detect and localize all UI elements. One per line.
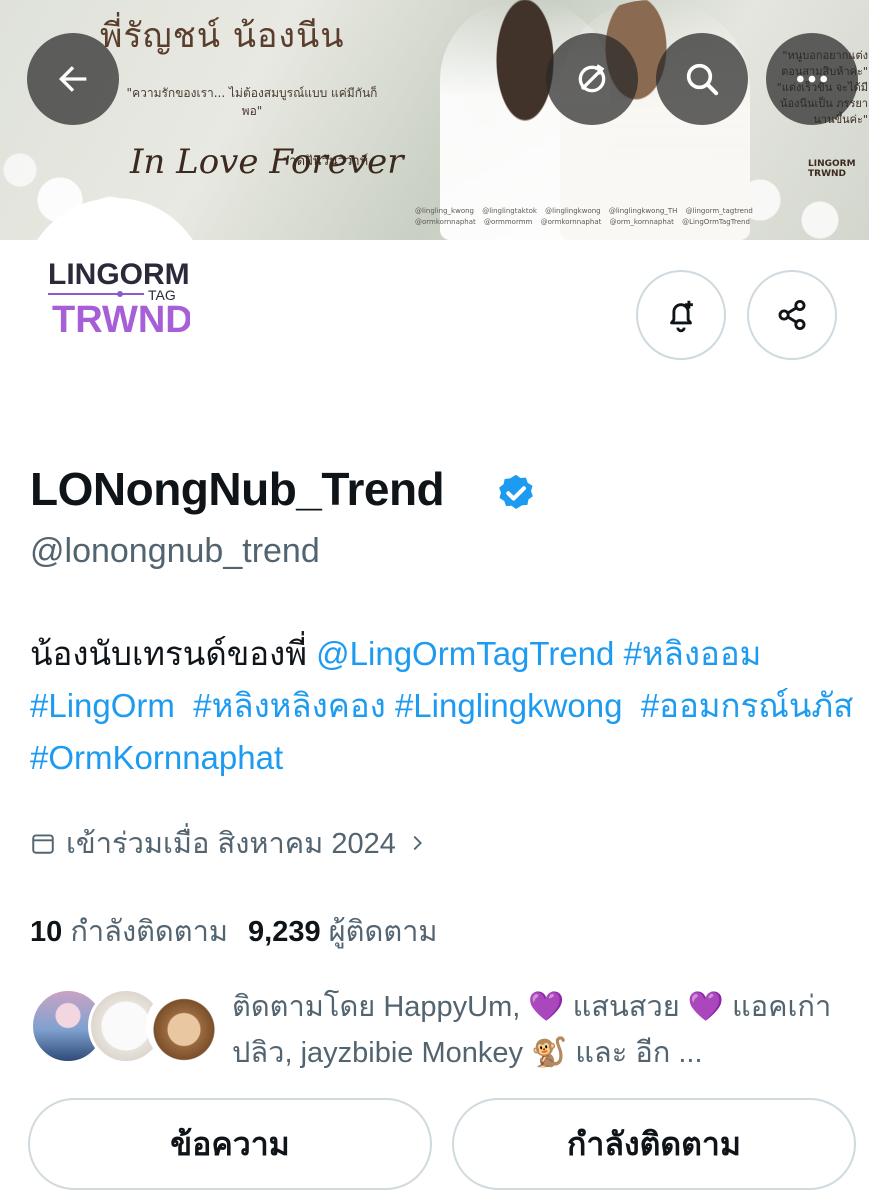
banner-quote: "ความรักของเรา... ไม่ต้องสมบูรณ์แบบ แค่ม… bbox=[126, 86, 378, 118]
mutual-avatar-3 bbox=[146, 988, 222, 1064]
profile-avatar[interactable]: LINGORM TAG TRWND bbox=[22, 198, 208, 384]
followed-by-text[interactable]: ติดตามโดย HappyUm, 💜 แสนสวย 💜 แอคเก่าปลิ… bbox=[232, 984, 852, 1076]
banner-title: พี่รัญชน์ น้องนีน bbox=[100, 16, 345, 56]
following-count: 10 bbox=[30, 916, 63, 948]
banner-handles: @lingling_kwong @linglingtaktok @linglin… bbox=[415, 207, 753, 226]
profile-bio: น้องนับเทรนด์ของพี่ @LingOrmTagTrend #หล… bbox=[30, 628, 860, 784]
verified-badge-icon[interactable] bbox=[494, 472, 538, 516]
bio-hashtag-link[interactable]: #OrmKornnaphat bbox=[30, 739, 283, 776]
bio-text: น้องนับเทรนด์ของพี่ bbox=[30, 635, 317, 672]
bio-hashtag-link[interactable]: #หลิงออม bbox=[624, 635, 762, 672]
followers-count-link[interactable]: 9,239 ผู้ติดตาม bbox=[248, 908, 438, 954]
search-icon bbox=[686, 63, 719, 96]
bio-hashtag-link[interactable]: #Linglingkwong bbox=[395, 687, 623, 724]
bell-plus-icon bbox=[670, 300, 693, 333]
share-button[interactable] bbox=[747, 270, 837, 360]
followers-label: ผู้ติดตาม bbox=[328, 916, 438, 948]
banner-mini-logo: LINGORM TRWND bbox=[808, 159, 856, 179]
chevron-right-icon bbox=[413, 835, 422, 851]
bio-hashtag-link[interactable]: #ออมกรณ์นภัส bbox=[641, 687, 854, 724]
lingorm-trwnd-logo: LINGORM TAG TRWND bbox=[48, 258, 190, 341]
following-label: กำลังติดตาม bbox=[70, 916, 229, 948]
arrow-left-icon bbox=[59, 66, 87, 92]
following-button[interactable]: กำลังติดตาม bbox=[452, 1098, 856, 1190]
more-options-button[interactable] bbox=[766, 33, 858, 125]
banner-script-subtitle: วาดฝันวันวิวาห์ bbox=[282, 154, 369, 169]
bio-hashtag-link[interactable]: #หลิงหลิงคอง bbox=[193, 687, 386, 724]
joined-date-text: เข้าร่วมเมื่อ สิงหาคม 2024 bbox=[66, 828, 396, 860]
profile-handle: @lonongnub_trend bbox=[30, 532, 320, 570]
joined-date-row[interactable]: เข้าร่วมเมื่อ สิงหาคม 2024 bbox=[30, 820, 428, 866]
calendar-icon bbox=[32, 834, 54, 854]
svg-text:TRWND: TRWND bbox=[52, 299, 190, 341]
search-button[interactable] bbox=[656, 33, 748, 125]
back-button[interactable] bbox=[27, 33, 119, 125]
mutual-followers-avatars[interactable] bbox=[30, 988, 222, 1064]
share-icon bbox=[778, 299, 806, 331]
follow-counts: 10 กำลังติดตาม 9,239 ผู้ติดตาม bbox=[30, 908, 438, 954]
bio-mention-link[interactable]: @LingOrmTagTrend bbox=[316, 635, 614, 672]
no-filter-icon bbox=[578, 64, 606, 93]
message-button[interactable]: ข้อความ bbox=[28, 1098, 432, 1190]
display-name: LONongNub_Trend bbox=[30, 463, 445, 515]
following-count-link[interactable]: 10 กำลังติดตาม bbox=[30, 908, 228, 954]
hide-translation-button[interactable] bbox=[546, 33, 638, 125]
more-dots-icon bbox=[797, 75, 827, 83]
bio-hashtag-link[interactable]: #LingOrm bbox=[30, 687, 175, 724]
followers-count: 9,239 bbox=[248, 916, 321, 948]
notify-button[interactable] bbox=[636, 270, 726, 360]
